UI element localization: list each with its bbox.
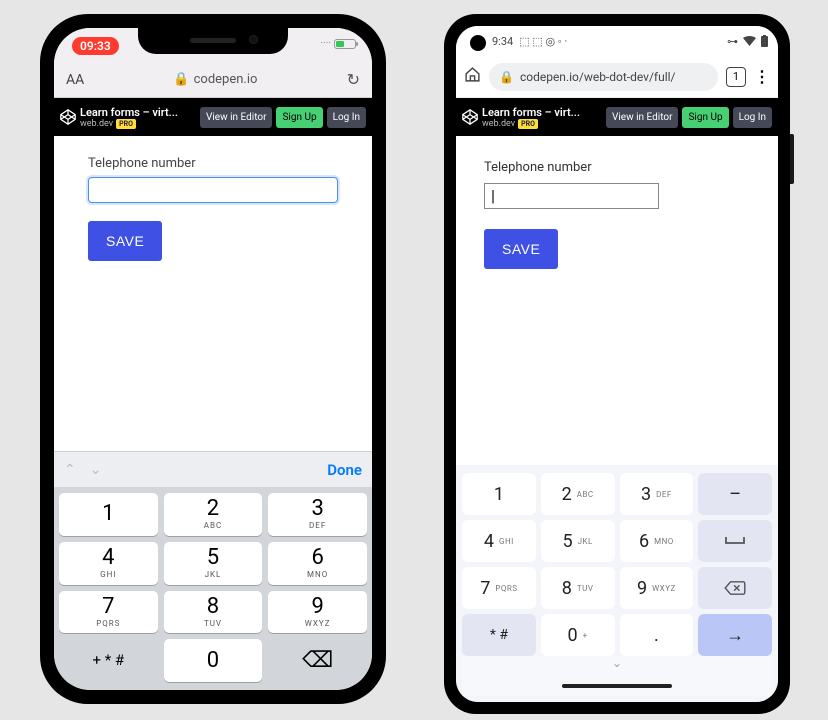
overflow-menu-button[interactable]: ⋮ [754,67,770,86]
key-backspace[interactable] [698,567,772,609]
codepen-logo-icon [462,109,478,125]
iphone-notch [138,28,288,54]
recording-time-pill: 09:33 [72,37,119,55]
key-period[interactable]: . [620,614,694,656]
codepen-logo-icon [60,109,76,125]
iphone-screen: 09:33 ···· AA 🔒 codepen.io ↻ Learn forms… [54,28,372,690]
telephone-label: Telephone number [88,156,338,171]
address-bar[interactable]: 🔒 codepen.io/web-dot-dev/full/ [489,63,718,91]
log-in-button[interactable]: Log In [327,107,366,128]
page-content: Telephone number SAVE [456,136,778,293]
key-2[interactable]: 2ABC [541,473,615,515]
view-in-editor-button[interactable]: View in Editor [606,107,678,128]
pro-badge: PRO [116,119,136,129]
pro-badge: PRO [518,119,538,129]
key-7[interactable]: 7PQRS [59,591,158,634]
keyboard-accessory-bar: ⌃ ⌄ Done [54,451,372,487]
key-5[interactable]: 5JKL [541,520,615,562]
backspace-icon [724,580,746,596]
home-button[interactable] [464,66,481,87]
chrome-toolbar: 🔒 codepen.io/web-dot-dev/full/ 1 ⋮ [456,56,778,98]
key-0[interactable]: 0 [164,639,263,682]
status-notification-glyphs: ⬚ ⬚ ◎ ◦ · [519,35,567,48]
page-content: Telephone number SAVE [54,136,372,281]
pen-title: Learn forms – virt... [80,106,196,119]
sign-up-button[interactable]: Sign Up [276,107,322,128]
key-4[interactable]: 4GHI [59,542,158,585]
android-numeric-keypad: 1 2ABC 3DEF – 4GHI 5JKL 6MNO 7PQRS 8TUV … [456,465,778,702]
codepen-header: Learn forms – virt... web.dev PRO View i… [54,98,372,136]
save-button[interactable]: SAVE [484,229,558,269]
key-3[interactable]: 3DEF [620,473,694,515]
key-symbols[interactable]: + * # [59,639,158,682]
pen-title: Learn forms – virt... [482,106,602,119]
lock-icon: 🔒 [173,72,189,87]
pen-author: web.dev [482,119,515,129]
codepen-header: Learn forms – virt... web.dev PRO View i… [456,98,778,136]
battery-icon [761,35,768,47]
keyboard-collapse-handle[interactable]: ⌄ [462,656,772,676]
pixel-frame: 9:34 ⬚ ⬚ ◎ ◦ · ⊶ 🔒 codepen.io/web-dot-de… [444,14,790,714]
status-time: 9:34 [492,35,513,48]
iphone-frame: 09:33 ···· AA 🔒 codepen.io ↻ Learn forms… [40,14,386,704]
pen-title-block: Learn forms – virt... web.dev PRO [80,106,196,129]
key-1[interactable]: 1 [462,473,536,515]
safari-toolbar: AA 🔒 codepen.io ↻ [54,62,372,98]
front-camera [249,35,258,44]
key-backspace[interactable]: ⌫ [268,639,367,682]
key-6[interactable]: 6MNO [620,520,694,562]
key-8[interactable]: 8TUV [541,567,615,609]
log-in-button[interactable]: Log In [733,107,772,128]
address-bar[interactable]: 🔒 codepen.io [92,72,338,87]
key-star-hash[interactable]: * # [462,614,536,656]
signal-dots: ···· [321,38,331,49]
key-5[interactable]: 5JKL [164,542,263,585]
telephone-label: Telephone number [484,160,750,175]
telephone-input[interactable] [88,177,338,203]
tab-switcher-button[interactable]: 1 [726,67,746,87]
key-7[interactable]: 7PQRS [462,567,536,609]
key-3[interactable]: 3DEF [268,493,367,536]
speaker-grille [190,38,236,43]
lock-icon: 🔒 [499,70,514,84]
ios-numeric-keypad: 1 2ABC 3DEF 4GHI 5JKL 6MNO 7PQRS 8TUV 9W… [54,487,372,690]
wifi-icon [743,36,756,47]
view-in-editor-button[interactable]: View in Editor [200,107,272,128]
space-icon [724,536,746,546]
gesture-pill-icon [562,684,672,688]
vpn-icon: ⊶ [727,35,738,48]
gesture-nav-bar[interactable] [462,676,772,696]
pen-title-block: Learn forms – virt... web.dev PRO [482,106,602,129]
text-size-button[interactable]: AA [62,72,88,88]
sign-up-button[interactable]: Sign Up [682,107,728,128]
key-4[interactable]: 4GHI [462,520,536,562]
key-8[interactable]: 8TUV [164,591,263,634]
key-dash[interactable]: – [698,473,772,515]
battery-icon [334,39,356,49]
url-text: codepen.io [194,72,258,87]
key-1[interactable]: 1 [59,493,158,536]
telephone-input[interactable] [484,183,659,209]
key-9[interactable]: 9WXYZ [268,591,367,634]
key-2[interactable]: 2ABC [164,493,263,536]
prev-field-button[interactable]: ⌃ [64,462,76,478]
save-button[interactable]: SAVE [88,221,162,261]
url-text: codepen.io/web-dot-dev/full/ [520,70,676,84]
next-field-button[interactable]: ⌄ [90,462,102,478]
battery-indicator: ···· [321,38,356,49]
key-9[interactable]: 9WXYZ [620,567,694,609]
key-enter[interactable]: → [698,614,772,656]
key-0[interactable]: 0+ [541,614,615,656]
keyboard-done-button[interactable]: Done [327,461,362,479]
android-status-bar: 9:34 ⬚ ⬚ ◎ ◦ · ⊶ [456,26,778,56]
pen-author: web.dev [80,119,113,129]
pixel-screen: 9:34 ⬚ ⬚ ◎ ◦ · ⊶ 🔒 codepen.io/web-dot-de… [456,26,778,702]
refresh-button[interactable]: ↻ [343,70,364,89]
key-6[interactable]: 6MNO [268,542,367,585]
key-space[interactable] [698,520,772,562]
punch-hole-camera [470,35,486,51]
